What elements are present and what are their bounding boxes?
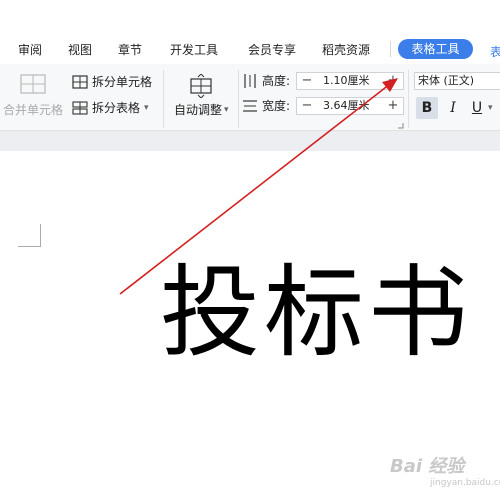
width-increase-button[interactable]: + (383, 98, 403, 114)
menu-view[interactable]: 视图 (68, 40, 92, 60)
height-input[interactable]: 1.10厘米 (323, 73, 370, 89)
split-table-label: 拆分表格 (92, 101, 141, 115)
underline-button[interactable]: U (466, 97, 488, 119)
merge-cells-icon (20, 74, 46, 94)
ribbon-group-divider (163, 70, 164, 128)
tab-table-tools[interactable]: 表格工具 (398, 39, 473, 59)
tab-table-style-partial[interactable]: 表 (490, 43, 500, 60)
menu-member[interactable]: 会员专享 (248, 40, 296, 60)
watermark-url: jingyan.baidu.com (430, 478, 500, 488)
height-label: 高度: (262, 74, 291, 88)
merge-cells-label: 合并单元格 (3, 103, 64, 117)
menu-review[interactable]: 审阅 (18, 40, 42, 60)
italic-button[interactable]: I (442, 97, 464, 119)
column-width-icon (243, 100, 257, 112)
height-decrease-button[interactable]: − (297, 73, 317, 89)
menu-divider (390, 41, 391, 57)
document-top-band (0, 131, 500, 151)
split-table-icon (72, 101, 88, 115)
dialog-launcher-icon[interactable] (398, 123, 404, 129)
width-stepper: − 3.64厘米 + (296, 97, 404, 115)
ribbon-group-divider (238, 70, 239, 128)
auto-adjust-icon (190, 74, 212, 98)
width-decrease-button[interactable]: − (297, 98, 317, 114)
height-stepper: − 1.10厘米 + (296, 72, 404, 90)
chevron-down-icon[interactable]: ▾ (488, 100, 493, 116)
row-height-icon (244, 74, 256, 88)
width-input[interactable]: 3.64厘米 (323, 98, 370, 114)
split-cells-button[interactable]: 拆分单元格 (72, 74, 162, 92)
menu-developer-tools[interactable]: 开发工具 (170, 40, 218, 60)
merge-cells-button[interactable]: 合并单元格 (2, 70, 64, 120)
chevron-down-icon: ▾ (224, 105, 229, 115)
ribbon-group-divider (408, 70, 409, 128)
bold-button[interactable]: B (416, 97, 438, 119)
font-name-select[interactable]: 宋体 (正文) (414, 72, 500, 90)
menu-docer-resources[interactable]: 稻壳资源 (322, 40, 370, 60)
auto-adjust-label: 自动调整 (174, 103, 223, 117)
document-title-text[interactable]: 投标书 (160, 258, 472, 368)
width-label: 宽度: (262, 99, 291, 113)
watermark-logo: Bai 经验 (390, 456, 465, 477)
auto-adjust-button[interactable]: 自动调整 ▾ (172, 72, 234, 122)
split-cells-icon (72, 75, 88, 89)
chevron-down-icon: ▾ (144, 103, 149, 113)
split-table-button[interactable]: 拆分表格 ▾ (72, 100, 162, 118)
menu-chapter[interactable]: 章节 (118, 40, 142, 60)
page-margin-marker (18, 224, 41, 247)
split-cells-label: 拆分单元格 (92, 75, 153, 89)
height-increase-button[interactable]: + (383, 73, 403, 89)
